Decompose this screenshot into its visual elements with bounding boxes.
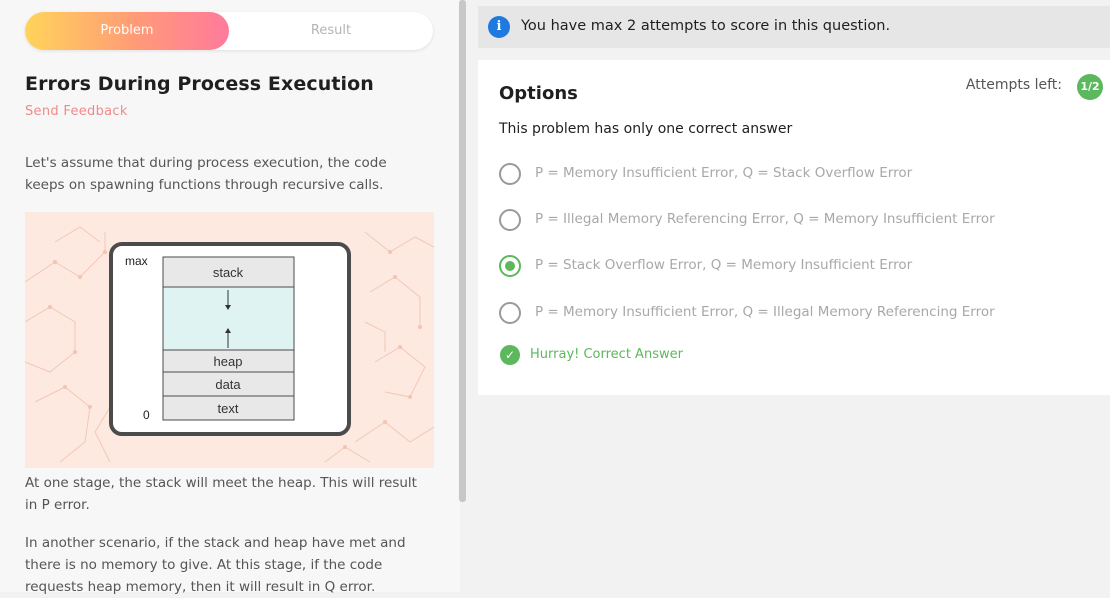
option-radio[interactable] bbox=[499, 209, 521, 231]
options-heading: Options bbox=[499, 83, 578, 104]
problem-stage-2: In another scenario, if the stack and he… bbox=[25, 535, 406, 595]
problem-title: Errors During Process Execution bbox=[25, 73, 374, 95]
option-1[interactable]: P = Memory Insufficient Error, Q = Stack… bbox=[499, 162, 1099, 188]
option-label: P = Illegal Memory Referencing Error, Q … bbox=[535, 211, 995, 227]
attempts-left-label: Attempts left: bbox=[965, 77, 1062, 93]
options-card: Options Attempts left: 1/2 This problem … bbox=[478, 60, 1110, 395]
max-label: max bbox=[125, 254, 148, 268]
memory-layout-diagram: max 0 stack heap data text bbox=[25, 212, 434, 468]
option-radio[interactable] bbox=[499, 163, 521, 185]
option-radio-selected[interactable] bbox=[499, 255, 521, 277]
check-circle-icon: ✓ bbox=[500, 345, 520, 365]
view-toggle: Problem Result bbox=[25, 12, 433, 50]
zero-label: 0 bbox=[143, 408, 150, 422]
result-text: Hurray! Correct Answer bbox=[530, 347, 683, 362]
option-label: P = Memory Insufficient Error, Q = Stack… bbox=[535, 165, 913, 181]
tab-problem[interactable]: Problem bbox=[25, 12, 229, 50]
send-feedback-link[interactable]: Send Feedback bbox=[25, 104, 128, 119]
left-pane-scrollbar[interactable] bbox=[459, 0, 466, 502]
info-icon: i bbox=[488, 16, 510, 38]
stack-label: stack bbox=[213, 265, 244, 280]
tab-result[interactable]: Result bbox=[229, 12, 433, 50]
text-label: text bbox=[218, 401, 239, 416]
problem-pane: Problem Result Errors During Process Exe… bbox=[0, 0, 460, 595]
option-label: P = Stack Overflow Error, Q = Memory Ins… bbox=[535, 257, 913, 273]
problem-stage-1: At one stage, the stack will meet the he… bbox=[25, 475, 417, 513]
heap-label: heap bbox=[214, 354, 243, 369]
attempts-info-banner: i You have max 2 attempts to score in th… bbox=[478, 6, 1110, 48]
option-label: P = Memory Insufficient Error, Q = Illeg… bbox=[535, 304, 995, 320]
option-radio[interactable] bbox=[499, 302, 521, 324]
memory-layout-svg: max 0 stack heap data text bbox=[25, 226, 434, 463]
data-label: data bbox=[215, 377, 241, 392]
banner-text: You have max 2 attempts to score in this… bbox=[521, 18, 891, 34]
option-4[interactable]: P = Memory Insufficient Error, Q = Illeg… bbox=[499, 301, 1099, 327]
problem-intro: Let's assume that during process executi… bbox=[25, 155, 387, 193]
option-3[interactable]: P = Stack Overflow Error, Q = Memory Ins… bbox=[499, 254, 1099, 280]
attempts-left-badge: 1/2 bbox=[1077, 74, 1103, 100]
option-2[interactable]: P = Illegal Memory Referencing Error, Q … bbox=[499, 208, 1099, 234]
answer-hint: This problem has only one correct answer bbox=[499, 121, 793, 137]
